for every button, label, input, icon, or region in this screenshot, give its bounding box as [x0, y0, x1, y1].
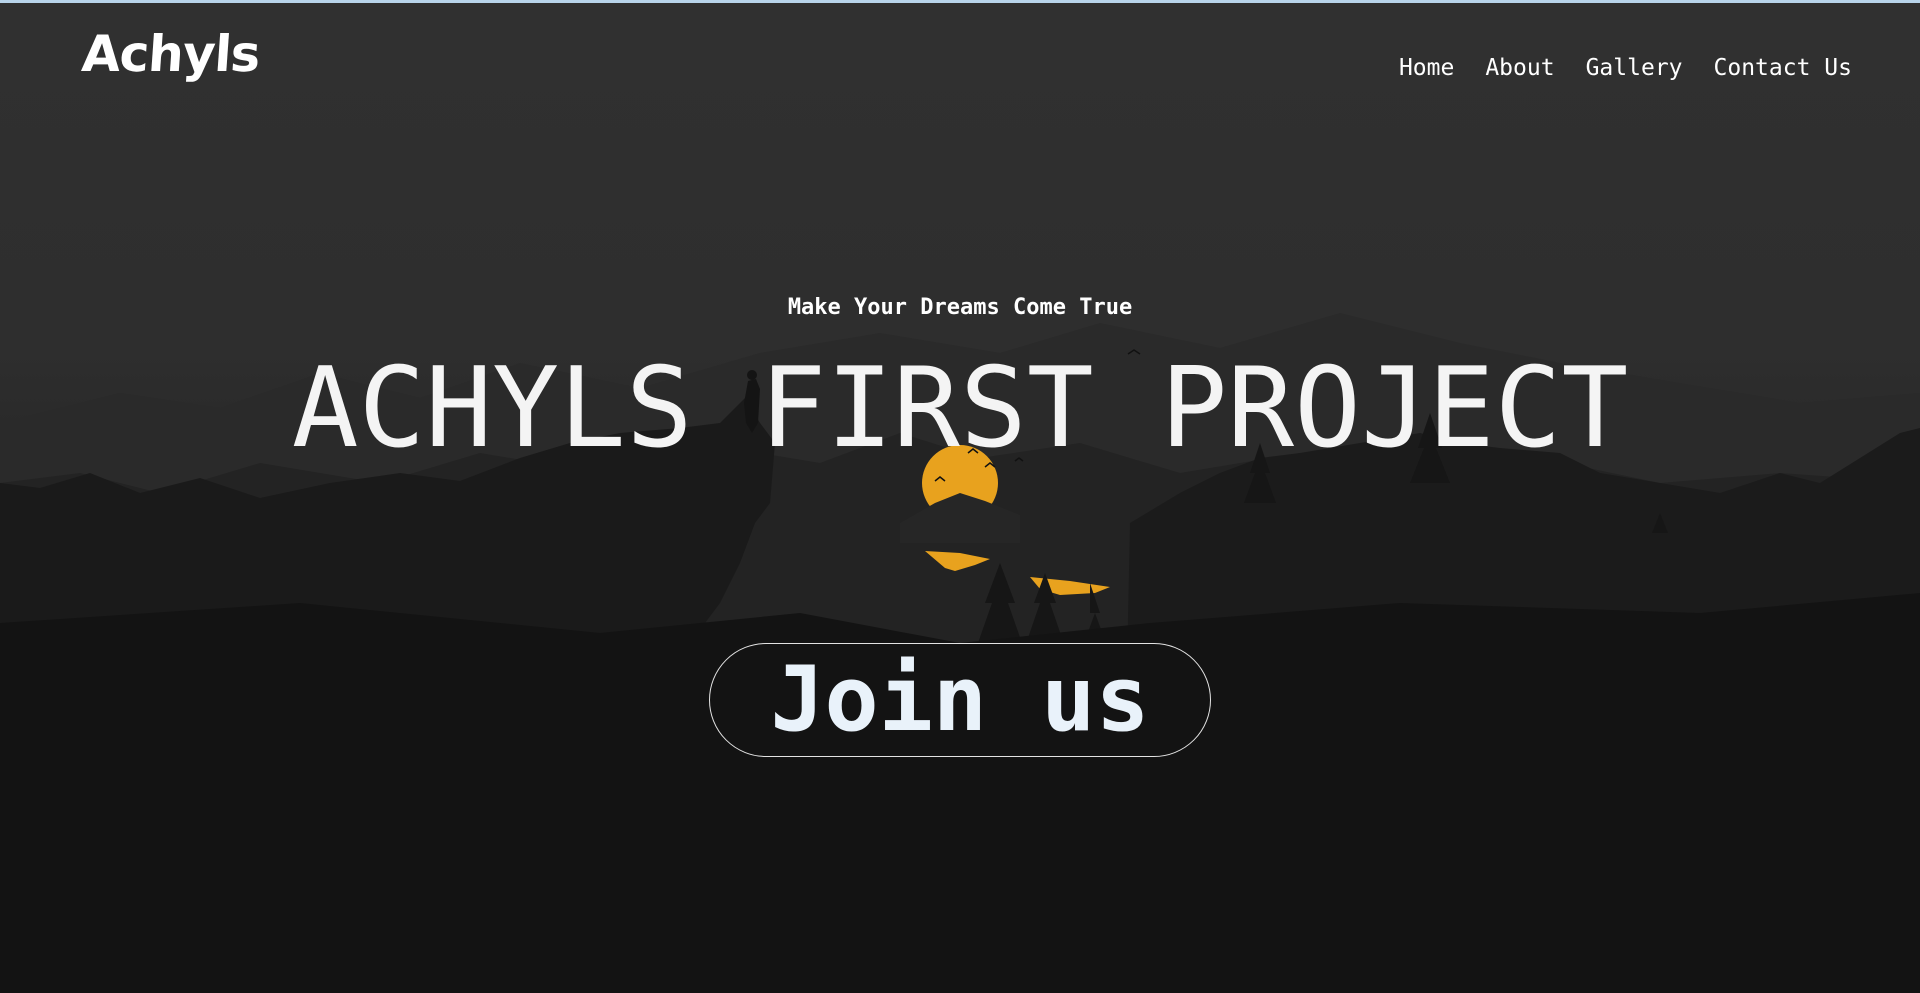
nav-item-gallery: Gallery: [1586, 55, 1683, 81]
hero-title: ACHYLS FIRST PROJECT: [291, 344, 1629, 473]
landing-page: Achyls Home About Gallery Contact Us Mak…: [0, 0, 1920, 993]
hero-background-image: [0, 313, 1920, 993]
site-logo[interactable]: Achyls: [80, 25, 261, 83]
join-us-button[interactable]: Join us: [709, 643, 1211, 757]
main-nav: Home About Gallery Contact Us: [1399, 55, 1852, 81]
nav-link-home[interactable]: Home: [1399, 55, 1454, 81]
hero-tagline: Make Your Dreams Come True: [787, 295, 1133, 320]
nav-item-home: Home: [1399, 55, 1454, 81]
nav-item-contact: Contact Us: [1714, 55, 1852, 81]
nav-link-contact-us[interactable]: Contact Us: [1714, 55, 1852, 81]
join-us-label: Join us: [770, 647, 1150, 752]
nav-item-about: About: [1485, 55, 1554, 81]
nav-link-gallery[interactable]: Gallery: [1586, 55, 1683, 81]
nav-link-about[interactable]: About: [1485, 55, 1554, 81]
